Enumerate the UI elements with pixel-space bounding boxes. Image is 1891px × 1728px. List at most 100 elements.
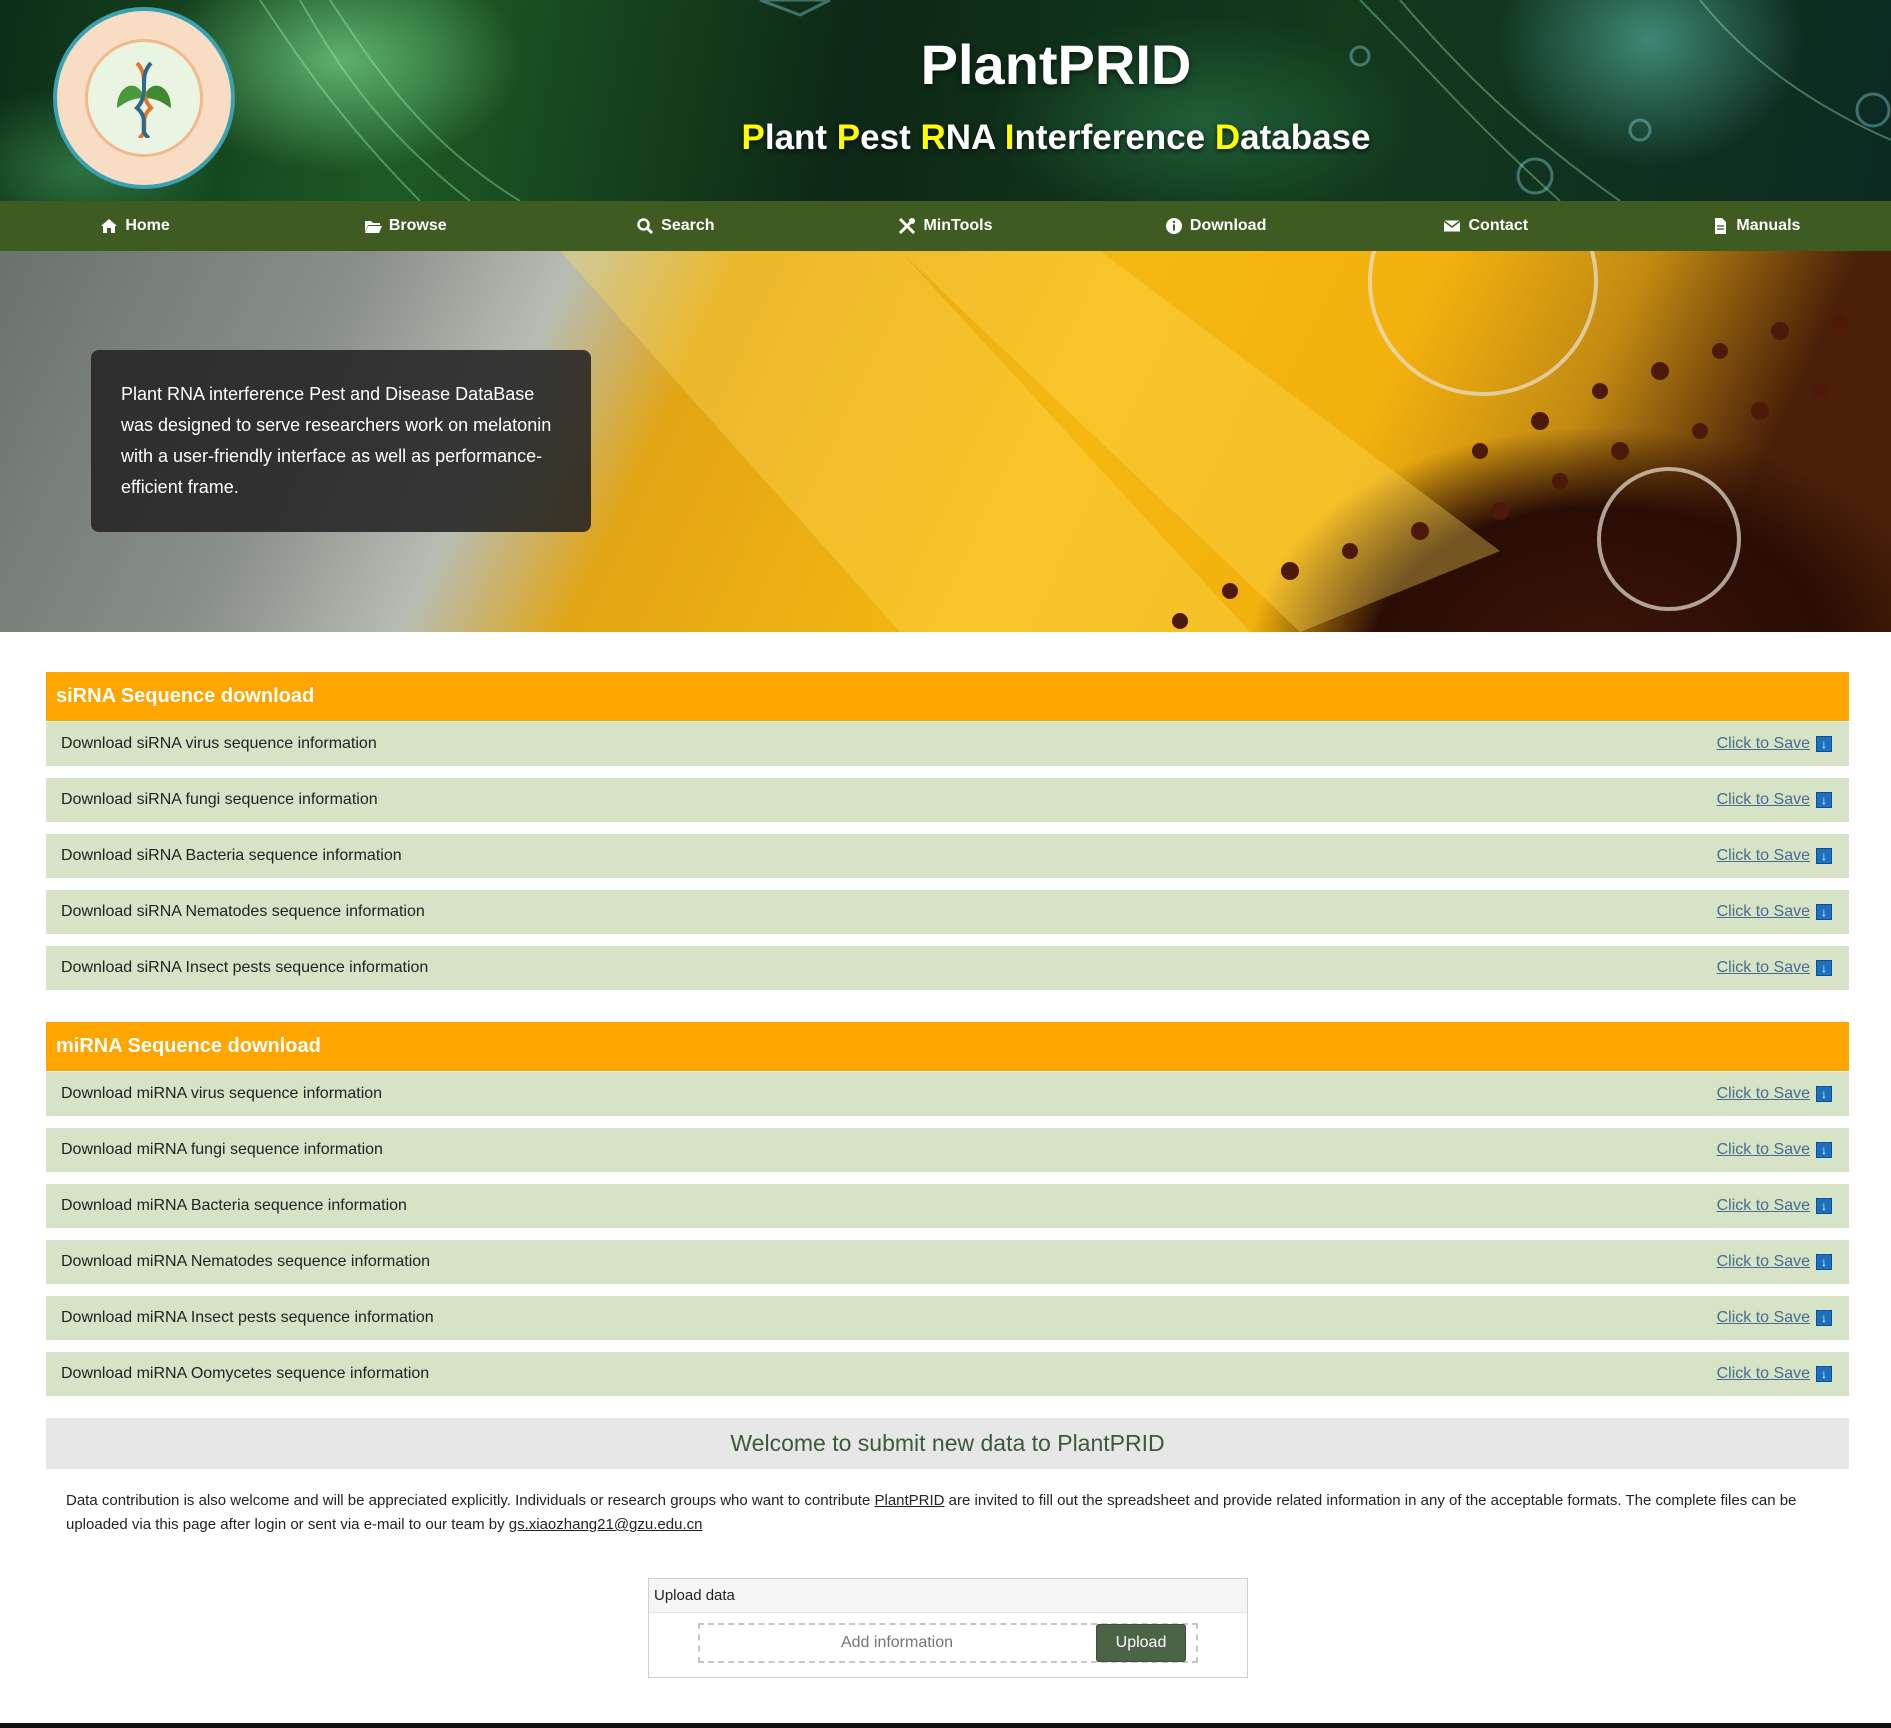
click-to-save-text[interactable]: Click to Save <box>1717 903 1810 921</box>
nav-label: Manuals <box>1736 217 1801 234</box>
download-icon[interactable]: ↓ <box>1816 1198 1832 1214</box>
nav-label: Contact <box>1468 217 1529 234</box>
upload-panel-title: Upload data <box>649 1579 1247 1613</box>
subtitle-part: P <box>836 118 861 157</box>
folder-open-icon <box>364 221 382 233</box>
download-row: Download miRNA Nematodes sequence inform… <box>46 1240 1849 1284</box>
subtitle-part: R <box>920 118 946 157</box>
download-row-label: Download miRNA Bacteria sequence informa… <box>61 1197 407 1214</box>
download-row: Download miRNA fungi sequence informatio… <box>46 1128 1849 1172</box>
download-row: Download siRNA virus sequence informatio… <box>46 722 1849 766</box>
nav-label: Download <box>1189 217 1267 234</box>
download-row-label: Download miRNA Nematodes sequence inform… <box>61 1253 431 1270</box>
download-row: Download miRNA Oomycetes sequence inform… <box>46 1352 1849 1396</box>
click-to-save-link[interactable]: Click to Save ↓ <box>1717 735 1832 753</box>
subtitle-part: lant <box>764 118 837 157</box>
subtitle-part: P <box>741 118 765 157</box>
subtitle-part: D <box>1214 118 1241 157</box>
hero-description: Plant RNA interference Pest and Disease … <box>91 350 591 532</box>
click-to-save-text[interactable]: Click to Save <box>1717 1085 1810 1103</box>
sirna-section-header: siRNA Sequence download <box>46 672 1849 721</box>
site-header: PlantPRID Plant Pest RNA Interference Da… <box>0 0 1891 201</box>
info-circle-icon <box>1165 218 1182 234</box>
click-to-save-text[interactable]: Click to Save <box>1717 1141 1810 1159</box>
click-to-save-link[interactable]: Click to Save ↓ <box>1717 1197 1832 1215</box>
nav-search[interactable]: Search <box>540 201 810 251</box>
click-to-save-text[interactable]: Click to Save <box>1717 1365 1810 1383</box>
header-background-art <box>259 0 1891 201</box>
click-to-save-link[interactable]: Click to Save ↓ <box>1717 1253 1832 1271</box>
nav-contact[interactable]: Contact <box>1351 201 1621 251</box>
download-row-label: Download miRNA Insect pests sequence inf… <box>61 1309 434 1326</box>
main-nav: Home Browse Search MinTools Download Con… <box>0 201 1891 251</box>
download-icon[interactable]: ↓ <box>1816 1086 1832 1102</box>
click-to-save-link[interactable]: Click to Save ↓ <box>1717 1085 1832 1103</box>
nav-manuals[interactable]: Manuals <box>1621 201 1891 251</box>
click-to-save-link[interactable]: Click to Save ↓ <box>1717 1309 1832 1327</box>
click-to-save-link[interactable]: Click to Save ↓ <box>1717 903 1832 921</box>
download-row-label: Download siRNA fungi sequence informatio… <box>61 791 378 808</box>
subtitle-part: I <box>1004 118 1015 157</box>
download-row-label: Download siRNA Bacteria sequence informa… <box>61 847 402 864</box>
nav-download[interactable]: Download <box>1081 201 1351 251</box>
site-subtitle: Plant Pest RNA Interference Database <box>0 118 1891 158</box>
add-information-input[interactable] <box>700 1624 1094 1662</box>
nav-label: Browse <box>388 217 447 234</box>
site-title: PlantPRID <box>920 33 1192 96</box>
mirna-section-header: miRNA Sequence download <box>46 1022 1849 1071</box>
nav-label: Search <box>661 217 715 234</box>
nav-label: MinTools <box>923 217 993 234</box>
click-to-save-text[interactable]: Click to Save <box>1717 1197 1810 1215</box>
download-icon[interactable]: ↓ <box>1816 1142 1832 1158</box>
click-to-save-text[interactable]: Click to Save <box>1717 959 1810 977</box>
download-row-label: Download miRNA Oomycetes sequence inform… <box>61 1365 430 1382</box>
plantprid-link[interactable]: PlantPRID <box>874 1492 944 1509</box>
click-to-save-text[interactable]: Click to Save <box>1717 1253 1810 1271</box>
download-row-label: Download siRNA Insect pests sequence inf… <box>61 959 429 976</box>
tools-icon <box>899 217 916 235</box>
nav-home[interactable]: Home <box>0 201 270 251</box>
submit-section-title: Welcome to submit new data to PlantPRID <box>46 1418 1849 1469</box>
contact-email-link[interactable]: gs.xiaozhang21@gzu.edu.cn <box>509 1516 703 1533</box>
click-to-save-text[interactable]: Click to Save <box>1717 847 1810 865</box>
home-icon <box>101 219 118 233</box>
download-row-label: Download miRNA fungi sequence informatio… <box>61 1141 383 1158</box>
download-icon[interactable]: ↓ <box>1816 1310 1832 1326</box>
download-row: Download miRNA Bacteria sequence informa… <box>46 1184 1849 1228</box>
click-to-save-text[interactable]: Click to Save <box>1717 735 1810 753</box>
nav-mintools[interactable]: MinTools <box>810 201 1080 251</box>
download-icon[interactable]: ↓ <box>1816 960 1832 976</box>
click-to-save-text[interactable]: Click to Save <box>1717 791 1810 809</box>
subtitle-part: atabase <box>1240 118 1371 157</box>
hero-banner: Plant RNA interference Pest and Disease … <box>0 251 1891 632</box>
footer-bar <box>0 1723 1891 1728</box>
upload-button[interactable]: Upload <box>1096 1624 1186 1662</box>
download-icon[interactable]: ↓ <box>1816 1366 1832 1382</box>
click-to-save-link[interactable]: Click to Save ↓ <box>1717 1365 1832 1383</box>
download-icon[interactable]: ↓ <box>1816 904 1832 920</box>
download-icon[interactable]: ↓ <box>1816 736 1832 752</box>
click-to-save-text[interactable]: Click to Save <box>1717 1309 1810 1327</box>
click-to-save-link[interactable]: Click to Save ↓ <box>1717 1141 1832 1159</box>
upload-panel: Upload data Upload <box>648 1578 1248 1678</box>
download-row-label: Download siRNA Nematodes sequence inform… <box>61 903 425 920</box>
download-icon[interactable]: ↓ <box>1816 1254 1832 1270</box>
download-icon[interactable]: ↓ <box>1816 848 1832 864</box>
click-to-save-link[interactable]: Click to Save ↓ <box>1717 847 1832 865</box>
upload-row: Upload <box>698 1623 1198 1663</box>
download-row: Download miRNA virus sequence informatio… <box>46 1072 1849 1116</box>
click-to-save-link[interactable]: Click to Save ↓ <box>1717 791 1832 809</box>
envelope-icon <box>1444 220 1461 232</box>
download-row: Download siRNA fungi sequence informatio… <box>46 778 1849 822</box>
nav-browse[interactable]: Browse <box>270 201 540 251</box>
document-icon <box>1715 218 1727 234</box>
click-to-save-link[interactable]: Click to Save ↓ <box>1717 959 1832 977</box>
nav-label: Home <box>125 217 170 234</box>
download-row: Download siRNA Bacteria sequence informa… <box>46 834 1849 878</box>
submit-text-before: Data contribution is also welcome and wi… <box>66 1492 875 1509</box>
download-row: Download miRNA Insect pests sequence inf… <box>46 1296 1849 1340</box>
subtitle-part: NA <box>945 118 1005 157</box>
download-icon[interactable]: ↓ <box>1816 792 1832 808</box>
download-row: Download siRNA Insect pests sequence inf… <box>46 946 1849 990</box>
submit-description: Data contribution is also welcome and wi… <box>66 1489 1836 1537</box>
